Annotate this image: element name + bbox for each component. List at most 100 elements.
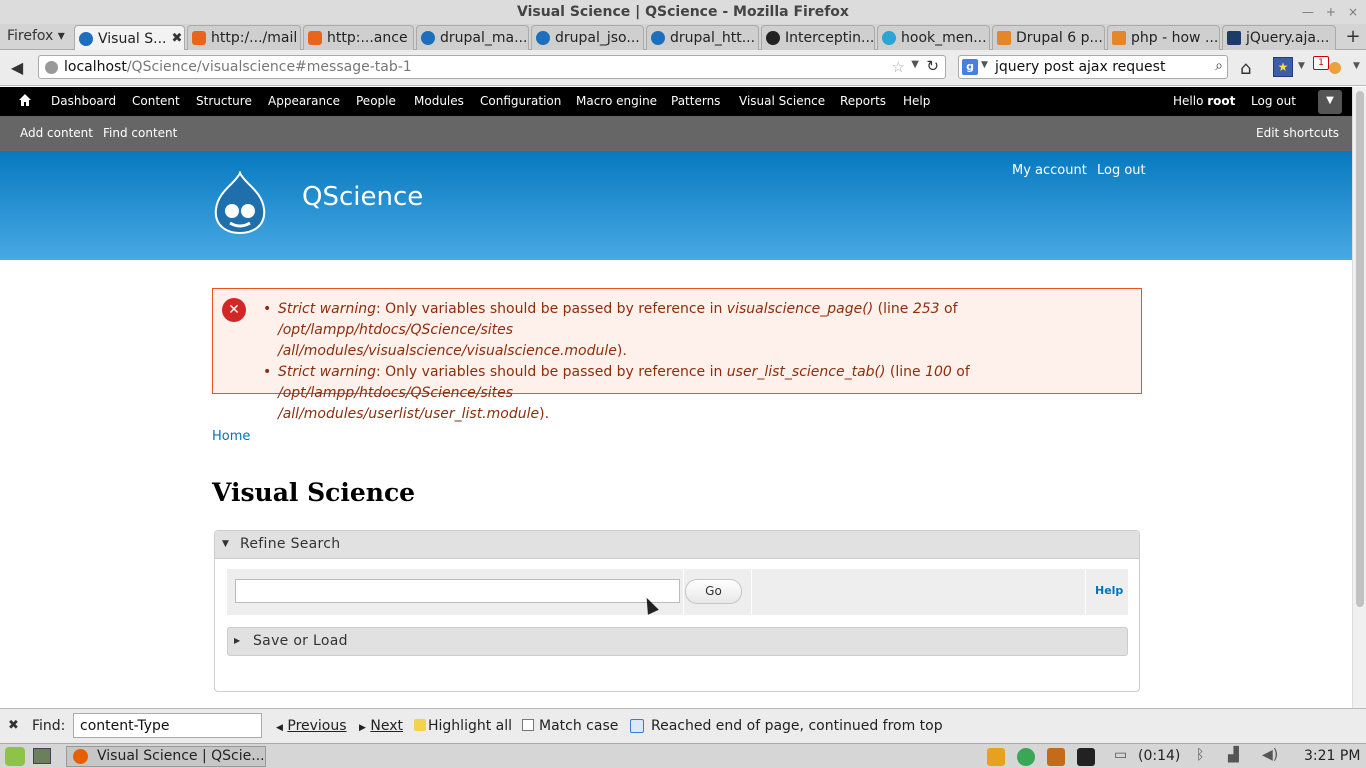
header-logout-link[interactable]: Log out bbox=[1097, 163, 1146, 178]
go-button[interactable]: Go bbox=[685, 579, 742, 604]
terminal-icon[interactable] bbox=[1077, 748, 1095, 766]
bookmark-star-icon[interactable]: ☆ bbox=[892, 58, 905, 76]
shortcut-find-content[interactable]: Find content bbox=[103, 126, 177, 140]
stackoverflow-icon bbox=[997, 31, 1011, 45]
tab-intercepting[interactable]: Interceptin... bbox=[761, 25, 875, 50]
xampp-icon bbox=[192, 31, 206, 45]
tab-drupal-jso[interactable]: drupal_jso... bbox=[531, 25, 644, 50]
back-arrow-icon[interactable]: ◀ bbox=[6, 57, 28, 79]
tab-mail[interactable]: http:/.../mail bbox=[187, 25, 301, 50]
scrollbar-thumb[interactable] bbox=[1356, 91, 1364, 607]
tab-close-icon[interactable]: ✖ bbox=[171, 28, 182, 50]
avast-icon[interactable] bbox=[1047, 748, 1065, 766]
site-name[interactable]: QScience bbox=[302, 182, 423, 212]
bookmarks-dropdown-icon[interactable]: ▼ bbox=[1298, 61, 1305, 71]
home-icon[interactable]: ⌂ bbox=[1240, 58, 1251, 79]
tab-jquery-ajax[interactable]: jQuery.aja... bbox=[1222, 25, 1336, 50]
home-icon[interactable] bbox=[18, 93, 32, 107]
tab-drupal-htt[interactable]: drupal_htt... bbox=[646, 25, 759, 50]
toolbar-content[interactable]: Content bbox=[132, 94, 180, 108]
search-engine-dropdown-icon[interactable]: ▼ bbox=[981, 60, 988, 70]
search-bar[interactable]: g ▼ jquery post ajax request ⌕ bbox=[958, 55, 1228, 79]
notification-badge[interactable]: 1 bbox=[1313, 56, 1329, 70]
toolbar-visual-science[interactable]: Visual Science bbox=[739, 94, 825, 108]
url-history-dropdown-icon[interactable]: ▼ bbox=[911, 59, 919, 70]
find-input[interactable] bbox=[73, 713, 262, 738]
network-signal-icon[interactable]: ▟ bbox=[1228, 747, 1239, 763]
tab-drupal-6[interactable]: Drupal 6 p... bbox=[992, 25, 1105, 50]
toolbar-reports[interactable]: Reports bbox=[840, 94, 886, 108]
toolbar-help[interactable]: Help bbox=[903, 94, 930, 108]
save-or-load-fieldset[interactable]: ▶ Save or Load bbox=[227, 627, 1128, 656]
search-icon[interactable]: ⌕ bbox=[1215, 58, 1223, 74]
shortcut-add-content[interactable]: Add content bbox=[20, 126, 93, 140]
username-link[interactable]: root bbox=[1207, 94, 1235, 108]
taskbar: Visual Science | QScie... ▭ (0:14) ᛒ ▟ ◀… bbox=[0, 743, 1366, 768]
find-status: Reached end of page, continued from top bbox=[651, 718, 943, 734]
error-messages: ✕ Strict warning: Only variables should … bbox=[212, 288, 1142, 422]
addon-icon[interactable] bbox=[1329, 62, 1341, 74]
chrome-icon[interactable] bbox=[1017, 748, 1035, 766]
clock[interactable]: 3:21 PM bbox=[1304, 748, 1360, 764]
xampp-tray-icon[interactable] bbox=[987, 748, 1005, 766]
save-or-load-label[interactable]: Save or Load bbox=[253, 633, 348, 649]
divider bbox=[1085, 569, 1086, 615]
find-previous-button[interactable]: ◀ Previous bbox=[276, 718, 347, 734]
show-desktop-icon[interactable] bbox=[33, 748, 51, 764]
battery-time: (0:14) bbox=[1138, 748, 1181, 764]
find-next-button[interactable]: ▶ Next bbox=[359, 718, 403, 734]
refine-search-legend[interactable]: ▼ Refine Search bbox=[215, 531, 1139, 559]
my-account-link[interactable]: My account bbox=[1012, 163, 1087, 178]
url-text[interactable]: localhost/QScience/visualscience#message… bbox=[64, 59, 412, 75]
tab-label: hook_men... bbox=[901, 30, 987, 46]
reload-icon[interactable]: ↻ bbox=[926, 57, 939, 75]
highlight-all-button[interactable]: Highlight all bbox=[414, 718, 512, 734]
tab-ance[interactable]: http:...ance bbox=[303, 25, 414, 50]
toolbar-patterns[interactable]: Patterns bbox=[671, 94, 720, 108]
volume-icon[interactable]: ◀) bbox=[1262, 747, 1278, 763]
firefox-menu-button[interactable]: Firefox ▾ bbox=[0, 24, 70, 50]
github-icon bbox=[766, 31, 780, 45]
minimize-icon[interactable]: — bbox=[1302, 0, 1314, 24]
toolbar-dashboard[interactable]: Dashboard bbox=[51, 94, 116, 108]
toolbar-logout[interactable]: Log out bbox=[1251, 94, 1296, 108]
search-row: Go Help bbox=[227, 569, 1128, 615]
battery-icon[interactable]: ▭ bbox=[1114, 747, 1127, 763]
maximize-icon[interactable]: + bbox=[1326, 0, 1336, 24]
collapse-arrow-icon[interactable]: ▼ bbox=[222, 539, 229, 549]
toolbar-appearance[interactable]: Appearance bbox=[268, 94, 340, 108]
toolbar-structure[interactable]: Structure bbox=[196, 94, 252, 108]
expand-arrow-icon[interactable]: ▶ bbox=[234, 636, 240, 645]
match-case-checkbox[interactable]: Match case bbox=[522, 718, 618, 734]
page-scrollbar[interactable] bbox=[1352, 87, 1366, 708]
toolbar-macro-engine[interactable]: Macro engine bbox=[576, 94, 657, 108]
taskbar-window-firefox[interactable]: Visual Science | QScie... bbox=[66, 746, 266, 767]
tab-php-how[interactable]: php - how ... bbox=[1107, 25, 1220, 50]
shortcuts-bar: Add content Find content Edit shortcuts bbox=[0, 116, 1352, 151]
drupal-logo-icon[interactable] bbox=[210, 170, 270, 235]
url-bar[interactable]: localhost/QScience/visualscience#message… bbox=[38, 55, 946, 79]
close-window-icon[interactable]: × bbox=[1348, 0, 1358, 24]
tab-strip: Firefox ▾ Visual S... ✖ http:/.../mail h… bbox=[0, 24, 1366, 51]
google-search-engine-icon[interactable]: g bbox=[962, 59, 978, 75]
close-find-bar-icon[interactable]: ✖ bbox=[8, 718, 19, 733]
shortcuts-toggle-icon[interactable]: ▼ bbox=[1318, 90, 1342, 114]
toolbar-configuration[interactable]: Configuration bbox=[480, 94, 561, 108]
mint-menu-icon[interactable] bbox=[5, 747, 25, 766]
help-link[interactable]: Help bbox=[1095, 584, 1123, 597]
addon-dropdown-icon[interactable]: ▼ bbox=[1353, 61, 1360, 71]
toolbar-modules[interactable]: Modules bbox=[414, 94, 464, 108]
search-input[interactable]: jquery post ajax request bbox=[995, 59, 1165, 75]
breadcrumb-home-link[interactable]: Home bbox=[212, 429, 250, 444]
tab-visual-science[interactable]: Visual S... ✖ bbox=[74, 25, 185, 51]
search-query-input[interactable] bbox=[235, 579, 680, 603]
bookmarks-extension-icon[interactable]: ★ bbox=[1273, 57, 1293, 77]
refine-search-label[interactable]: Refine Search bbox=[240, 536, 340, 552]
new-tab-button[interactable]: + bbox=[1342, 26, 1364, 48]
toolbar-people[interactable]: People bbox=[356, 94, 396, 108]
bluetooth-icon[interactable]: ᛒ bbox=[1196, 747, 1204, 763]
tab-drupal-ma[interactable]: drupal_ma... bbox=[416, 25, 529, 50]
edit-shortcuts-link[interactable]: Edit shortcuts bbox=[1256, 126, 1339, 140]
hello-user: Hello root bbox=[1173, 94, 1236, 108]
tab-hook-menu[interactable]: hook_men... bbox=[877, 25, 990, 50]
